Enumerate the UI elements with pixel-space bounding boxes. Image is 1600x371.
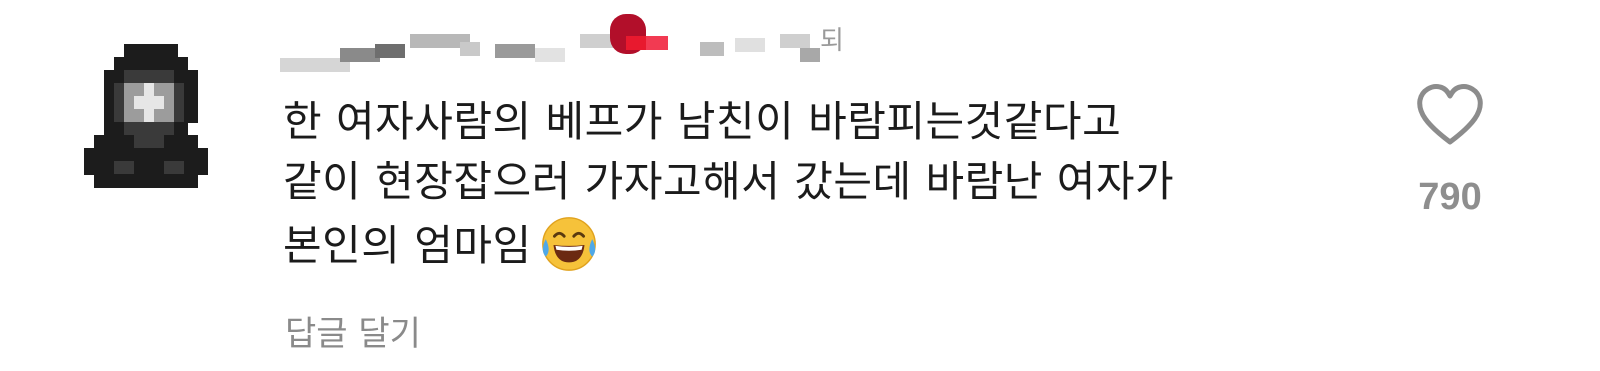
avatar-pixel: [194, 161, 208, 175]
username-blur-block: [646, 36, 668, 50]
avatar-pixel: [174, 122, 188, 136]
avatar-pixel: [184, 96, 198, 110]
avatar-pixel: [174, 57, 188, 71]
username-blur-block: [340, 48, 380, 62]
username-blur-block: [800, 48, 820, 62]
comment-line: 한 여자사람의 베프가 남친이 바람피는것같다고: [283, 97, 1122, 146]
comment-line: 본인의 엄마임: [283, 212, 1373, 276]
like-section: 790: [1400, 82, 1500, 232]
username-blur-block: [495, 44, 535, 58]
laughing-crying-emoji-icon: [541, 217, 596, 271]
username-blur-block: [460, 42, 480, 56]
heart-outline-icon[interactable]: [1414, 82, 1486, 148]
avatar-pixel: [184, 109, 198, 123]
username-suffix: 되: [820, 26, 844, 56]
username-blur-block: [735, 38, 765, 52]
username-blur-block: [375, 44, 405, 58]
username-blur-block: [780, 34, 810, 48]
avatar-pixel: [194, 148, 208, 162]
avatar-pixel: [184, 70, 198, 84]
comment-line-text: 본인의 엄마임: [283, 221, 532, 270]
comment-item: 되 한 여자사람의 베프가 남친이 바람피는것같다고 같이 현장잡으러 가자고해…: [0, 0, 1600, 371]
username-blur-block: [535, 48, 565, 62]
username-blur-block: [700, 42, 724, 56]
avatar[interactable]: [84, 44, 214, 194]
like-count: 790: [1418, 176, 1482, 218]
username-censored[interactable]: 되: [280, 14, 880, 74]
avatar-pixel: [184, 174, 198, 188]
username-blur-block: [626, 36, 648, 50]
avatar-pixel: [184, 83, 198, 97]
avatar-pixel: [184, 135, 198, 149]
avatar-pixel: [164, 44, 178, 58]
comment-line: 같이 현장잡으러 가자고해서 갔는데 바람난 여자가: [283, 157, 1175, 206]
reply-button[interactable]: 답글 달기: [285, 306, 421, 355]
comment-text: 한 여자사람의 베프가 남친이 바람피는것같다고 같이 현장잡으러 가자고해서 …: [283, 92, 1373, 276]
